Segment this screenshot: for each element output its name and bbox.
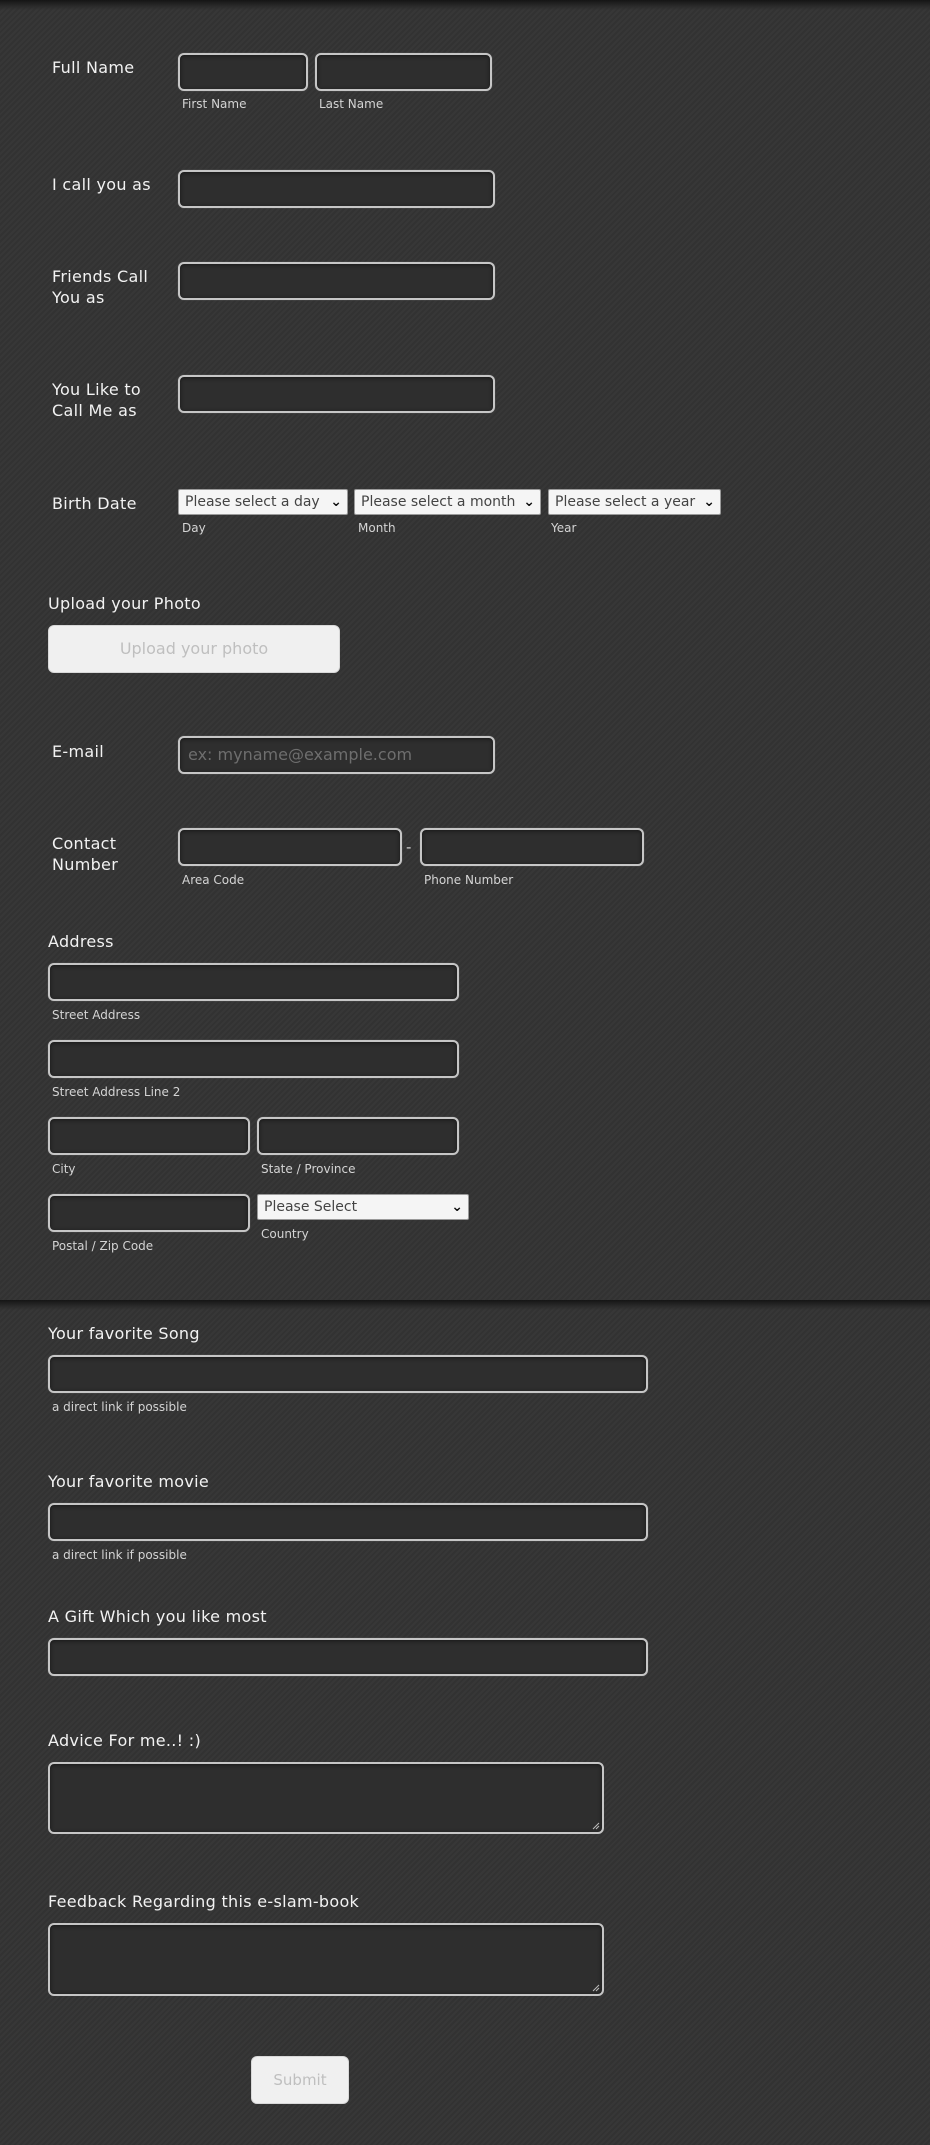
street-address-sublabel: Street Address: [52, 1008, 141, 1022]
postal-code-sublabel: Postal / Zip Code: [52, 1239, 154, 1253]
favorite-song-input[interactable]: [48, 1355, 648, 1393]
contact-number-label-line1: Contact: [52, 834, 117, 853]
friends-call-label: Friends Call You as: [52, 266, 148, 308]
like-to-call-label: You Like to Call Me as: [52, 379, 141, 421]
street-address-line2-input[interactable]: [48, 1040, 459, 1078]
upload-photo-label: Upload your Photo: [48, 594, 201, 613]
chevron-down-icon: ⌄: [451, 1199, 463, 1215]
street-address-line2-sublabel: Street Address Line 2: [52, 1085, 181, 1099]
birth-day-sublabel: Day: [182, 521, 206, 535]
favorite-movie-label: Your favorite movie: [48, 1472, 209, 1491]
birth-year-select[interactable]: Please select a year ⌄: [548, 489, 721, 515]
birth-month-value: Please select a month: [361, 494, 516, 510]
favorite-movie-input[interactable]: [48, 1503, 648, 1541]
birth-month-select[interactable]: Please select a month ⌄: [354, 489, 541, 515]
chevron-down-icon: ⌄: [703, 494, 715, 510]
email-label: E-mail: [52, 742, 104, 761]
phone-separator: -: [406, 838, 412, 856]
like-to-call-label-line1: You Like to: [52, 380, 142, 399]
birth-year-value: Please select a year: [555, 494, 696, 510]
section-divider: [0, 1300, 930, 1310]
advice-label: Advice For me..! :): [48, 1731, 201, 1750]
phone-number-sublabel: Phone Number: [424, 873, 514, 887]
favorite-song-label: Your favorite Song: [48, 1324, 200, 1343]
feedback-label: Feedback Regarding this e-slam-book: [48, 1892, 360, 1911]
like-to-call-label-line2: Call Me as: [52, 401, 137, 420]
country-sublabel: Country: [261, 1227, 309, 1241]
favorite-movie-sublabel: a direct link if possible: [52, 1548, 187, 1562]
contact-number-label-line2: Number: [52, 855, 119, 874]
like-to-call-input[interactable]: [178, 375, 495, 413]
state-province-input[interactable]: [257, 1117, 459, 1155]
friends-call-label-line1: Friends Call: [52, 267, 149, 286]
first-name-input[interactable]: [178, 53, 308, 91]
last-name-input[interactable]: [315, 53, 492, 91]
submit-button[interactable]: Submit: [251, 2056, 349, 2104]
resize-grip-icon[interactable]: [592, 1984, 600, 1992]
phone-number-input[interactable]: [420, 828, 644, 866]
birth-day-value: Please select a day: [185, 494, 320, 510]
first-name-sublabel: First Name: [182, 97, 247, 111]
street-address-input[interactable]: [48, 963, 459, 1001]
area-code-sublabel: Area Code: [182, 873, 245, 887]
city-sublabel: City: [52, 1162, 76, 1176]
chevron-down-icon: ⌄: [523, 494, 535, 510]
country-value: Please Select: [264, 1199, 358, 1215]
birth-day-select[interactable]: Please select a day ⌄: [178, 489, 348, 515]
full-name-label: Full Name: [52, 58, 135, 77]
resize-grip-icon[interactable]: [592, 1822, 600, 1830]
area-code-input[interactable]: [178, 828, 402, 866]
last-name-sublabel: Last Name: [319, 97, 384, 111]
upload-photo-button[interactable]: Upload your photo: [48, 625, 340, 673]
gift-label: A Gift Which you like most: [48, 1607, 267, 1626]
country-select[interactable]: Please Select ⌄: [257, 1194, 469, 1220]
birth-month-sublabel: Month: [358, 521, 396, 535]
advice-textarea[interactable]: [48, 1762, 604, 1834]
call-you-as-input[interactable]: [178, 170, 495, 208]
friends-call-label-line2: You as: [52, 288, 105, 307]
favorite-song-sublabel: a direct link if possible: [52, 1400, 187, 1414]
state-province-sublabel: State / Province: [261, 1162, 356, 1176]
chevron-down-icon: ⌄: [330, 494, 342, 510]
city-input[interactable]: [48, 1117, 250, 1155]
birth-date-label: Birth Date: [52, 494, 137, 513]
contact-number-label: Contact Number: [52, 833, 118, 875]
call-you-as-label: I call you as: [52, 175, 151, 194]
feedback-textarea[interactable]: [48, 1923, 604, 1996]
address-label: Address: [48, 932, 114, 951]
birth-year-sublabel: Year: [551, 521, 577, 535]
gift-input[interactable]: [48, 1638, 648, 1676]
top-shadow-band: [0, 0, 930, 10]
email-input[interactable]: ex: myname@example.com: [178, 736, 495, 774]
friends-call-input[interactable]: [178, 262, 495, 300]
postal-code-input[interactable]: [48, 1194, 250, 1232]
